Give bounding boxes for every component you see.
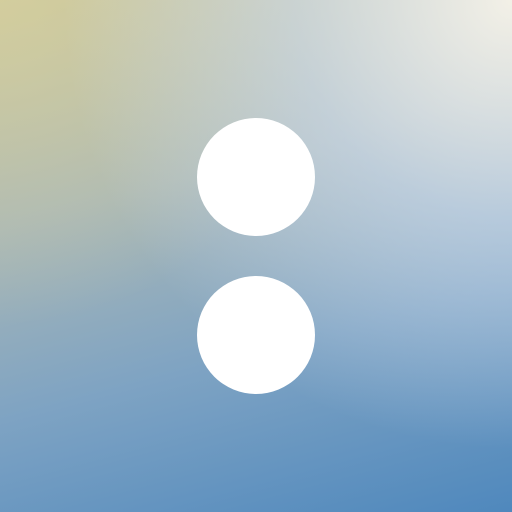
bottom-dot-icon [197, 276, 315, 394]
app-icon[interactable] [0, 0, 512, 512]
light-glow-overlay [0, 0, 512, 512]
top-dot-icon [197, 118, 315, 236]
